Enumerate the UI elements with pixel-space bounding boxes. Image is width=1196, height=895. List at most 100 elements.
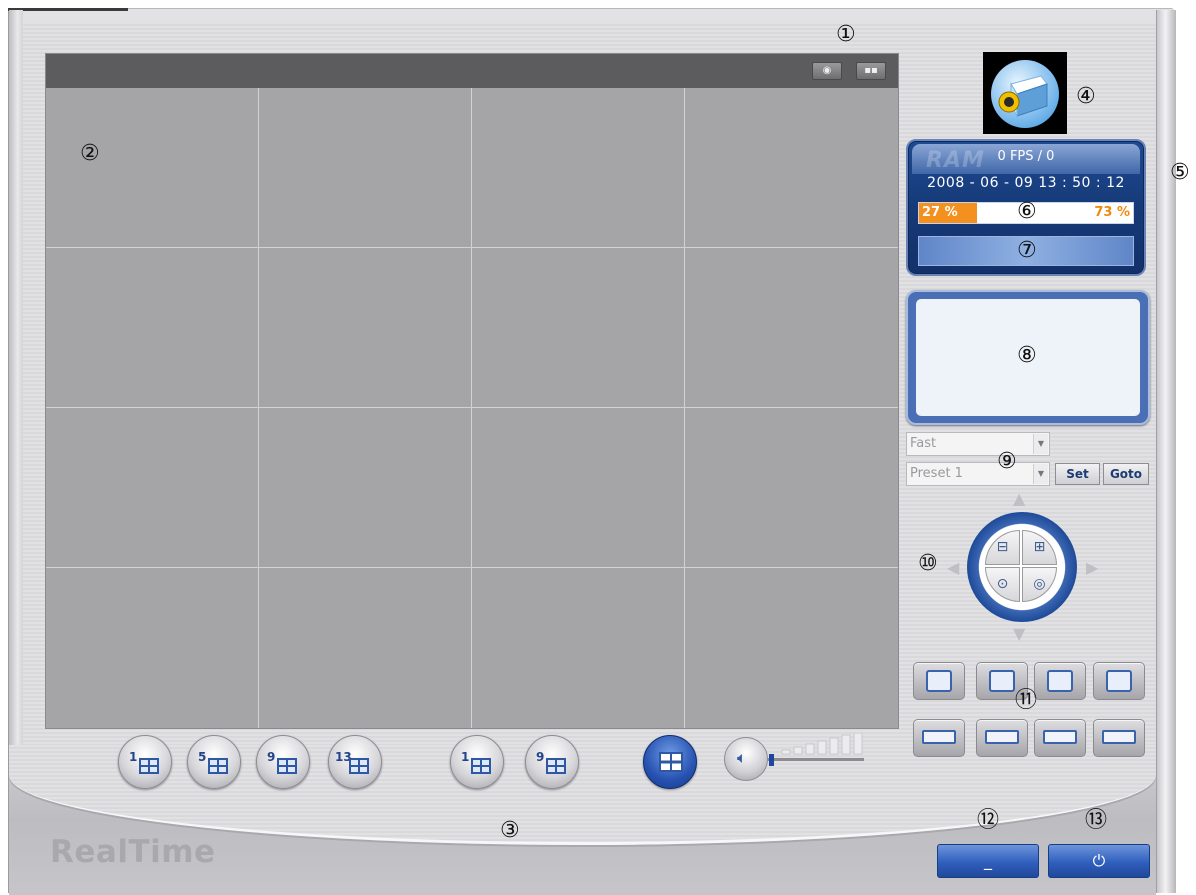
pan-down-icon[interactable]: ▼ bbox=[1013, 626, 1025, 642]
fullscreen-button[interactable] bbox=[1034, 662, 1086, 700]
sequence-9-icon bbox=[546, 758, 566, 774]
focus-far-icon: ◎ bbox=[1033, 576, 1046, 592]
camera-cell-14[interactable] bbox=[259, 568, 472, 728]
settings-button[interactable] bbox=[1093, 662, 1145, 700]
layout-edit-icon bbox=[989, 670, 1015, 692]
callout-9: ⑨ bbox=[997, 449, 1017, 474]
camera-cell-6[interactable] bbox=[259, 248, 472, 408]
video-header-bar: ◉ ▪▪ bbox=[46, 54, 898, 88]
layout-1-label: 1 bbox=[129, 750, 138, 764]
focus-near-icon: ⊙ bbox=[996, 576, 1009, 592]
video-area: ◉ ▪▪ bbox=[45, 53, 899, 729]
camera-cell-8[interactable] bbox=[685, 248, 898, 408]
ptz-preset-select[interactable]: Preset 1 ▼ bbox=[906, 462, 1050, 486]
mute-button[interactable]: 🔈︎ bbox=[724, 737, 768, 781]
layout-1-button[interactable]: 1 bbox=[118, 735, 172, 789]
sequence-1-icon bbox=[471, 758, 491, 774]
playback-icon bbox=[922, 730, 956, 744]
camera-cell-5[interactable] bbox=[46, 248, 259, 408]
sequence-9-button[interactable]: 9 bbox=[525, 735, 579, 789]
record-button[interactable]: ▪▪ bbox=[856, 62, 886, 80]
zoom-in-icon: ⊞ bbox=[1033, 539, 1046, 555]
pan-up-icon[interactable]: ▲ bbox=[1013, 491, 1025, 507]
split-9-icon bbox=[277, 758, 297, 774]
search-button[interactable] bbox=[976, 719, 1028, 757]
camera-cell-7[interactable] bbox=[472, 248, 685, 408]
camera-icon bbox=[991, 60, 1059, 128]
callout-10: ⑩ bbox=[918, 551, 938, 576]
callout-13: ⑬ bbox=[1085, 808, 1108, 833]
callout-3: ③ bbox=[500, 818, 520, 843]
camera-cell-16[interactable] bbox=[685, 568, 898, 728]
split-1-icon bbox=[139, 758, 159, 774]
ptz-preset-value: Preset 1 bbox=[910, 466, 963, 481]
layout-9-button[interactable]: 9 bbox=[256, 735, 310, 789]
snapshot-icon: ◉ bbox=[822, 65, 832, 76]
layout-9-label: 9 bbox=[267, 750, 276, 764]
pan-right-icon[interactable]: ▶ bbox=[1086, 560, 1098, 576]
camera-cell-13[interactable] bbox=[46, 568, 259, 728]
camera-cell-12[interactable] bbox=[685, 408, 898, 568]
window-top-edge bbox=[8, 8, 128, 11]
ptz-speed-value: Fast bbox=[910, 436, 937, 451]
chevron-down-icon[interactable]: ▼ bbox=[1033, 434, 1048, 454]
camera-cell-3[interactable] bbox=[472, 88, 685, 248]
search-icon bbox=[985, 730, 1019, 744]
preset-goto-button[interactable]: Goto bbox=[1103, 463, 1149, 485]
speaker-icon: 🔈︎ bbox=[737, 748, 747, 767]
zoom-out-icon: ⊟ bbox=[996, 539, 1009, 555]
volume-slider-track[interactable] bbox=[768, 758, 864, 761]
settings-icon bbox=[1106, 670, 1132, 692]
backup-button[interactable] bbox=[1034, 719, 1086, 757]
camera-cell-15[interactable] bbox=[472, 568, 685, 728]
sequence-1-button[interactable]: 1 bbox=[450, 735, 504, 789]
callout-11: ⑪ bbox=[1015, 688, 1038, 713]
camera-cell-11[interactable] bbox=[472, 408, 685, 568]
split-13-icon bbox=[349, 758, 369, 774]
callout-6: ⑥ bbox=[1017, 199, 1037, 224]
exit-button[interactable]: ⏻ bbox=[1048, 844, 1150, 878]
callout-5: ⑤ bbox=[1170, 160, 1190, 185]
connect-icon bbox=[926, 670, 952, 692]
record-icon: ▪▪ bbox=[864, 65, 878, 76]
disk-used-label: 27 % bbox=[922, 205, 958, 220]
right-rail bbox=[1156, 10, 1176, 893]
remote-setup-icon bbox=[1102, 730, 1136, 744]
connect-button[interactable] bbox=[913, 662, 965, 700]
camera-cell-9[interactable] bbox=[46, 408, 259, 568]
sequence-1-label: 1 bbox=[461, 750, 470, 764]
split-16-icon bbox=[659, 752, 683, 772]
fps-readout: 0 FPS / 0 bbox=[997, 149, 1055, 164]
backup-icon bbox=[1043, 730, 1077, 744]
camera-grid bbox=[46, 88, 898, 728]
pan-left-icon[interactable]: ◀ bbox=[947, 560, 959, 576]
split-5-icon bbox=[208, 758, 228, 774]
callout-2: ② bbox=[80, 141, 100, 166]
datetime-readout: 2008 - 06 - 09 13 : 50 : 12 bbox=[927, 175, 1125, 191]
callout-8: ⑧ bbox=[1017, 343, 1037, 368]
volume-slider-handle[interactable] bbox=[768, 754, 774, 766]
sequence-9-label: 9 bbox=[536, 750, 545, 764]
volume-level-meter bbox=[781, 733, 863, 755]
camera-logo bbox=[983, 52, 1067, 134]
fullscreen-icon bbox=[1047, 670, 1073, 692]
playback-button[interactable] bbox=[913, 719, 965, 757]
layout-5-label: 5 bbox=[198, 750, 207, 764]
camera-cell-10[interactable] bbox=[259, 408, 472, 568]
preset-set-button[interactable]: Set bbox=[1055, 463, 1100, 485]
chevron-down-icon[interactable]: ▼ bbox=[1033, 464, 1048, 484]
minimize-button[interactable]: _ bbox=[937, 844, 1039, 878]
ptz-speed-select[interactable]: Fast ▼ bbox=[906, 432, 1050, 456]
callout-7: ⑦ bbox=[1017, 238, 1037, 263]
remote-setup-button[interactable] bbox=[1093, 719, 1145, 757]
camera-cell-4[interactable] bbox=[685, 88, 898, 248]
layout-5-button[interactable]: 5 bbox=[187, 735, 241, 789]
layout-16-button[interactable] bbox=[643, 735, 697, 789]
camera-cell-1[interactable] bbox=[46, 88, 259, 248]
camera-cell-2[interactable] bbox=[259, 88, 472, 248]
snapshot-button[interactable]: ◉ bbox=[812, 62, 842, 80]
disk-free-label: 73 % bbox=[1094, 205, 1130, 220]
layout-13-button[interactable]: 13 bbox=[328, 735, 382, 789]
callout-4: ④ bbox=[1076, 84, 1096, 109]
brand-logo: RealTime bbox=[50, 834, 216, 870]
